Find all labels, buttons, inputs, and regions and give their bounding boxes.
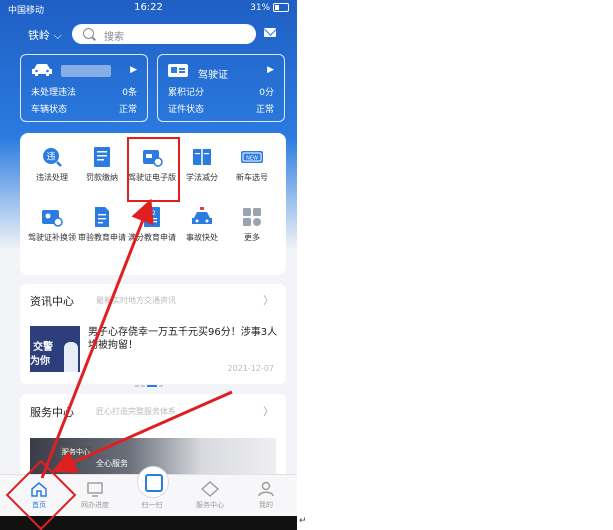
arrow-from-right: [51, 390, 233, 473]
paragraph-mark: ↵: [299, 516, 307, 526]
annotation-arrows: [40, 198, 233, 479]
